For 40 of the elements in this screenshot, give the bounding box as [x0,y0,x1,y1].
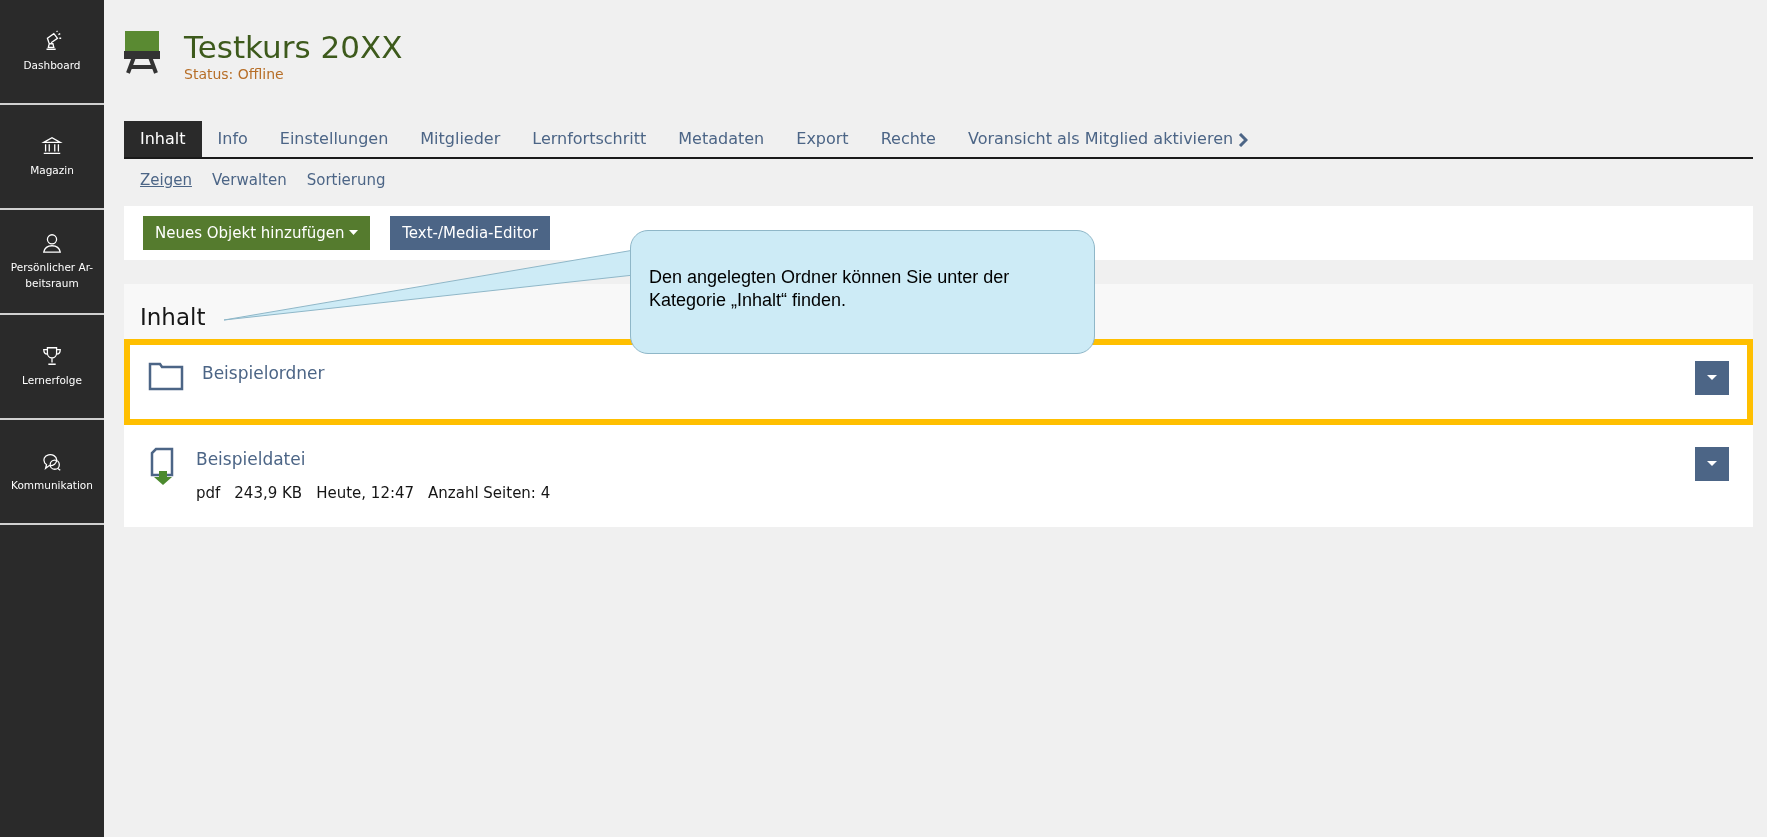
sidebar-item[interactable]: Dashboard [19,57,85,74]
subtab[interactable]: Zeigen [140,169,192,192]
subtab[interactable]: Verwalten [211,169,287,192]
caret-icon [1707,374,1717,381]
subtab[interactable]: Sortierung [306,169,386,192]
tab[interactable]: Einstellungen [263,121,405,158]
item-property: Anzahl Seiten: 4 [428,483,551,505]
chevron-icon [1238,132,1249,147]
sidebar-item[interactable]: Magazin [26,162,78,179]
status-text: Status: Offline [184,65,285,85]
file-link[interactable]: Beispieldatei [196,448,306,469]
sidebar-item[interactable]: Lernerfolge [18,372,86,389]
add-object-button[interactable]: Neues Objekt hinzufügen [143,215,371,251]
item-property: pdf [196,483,221,505]
bank-icon[interactable] [41,134,63,157]
preview-link[interactable]: Voransicht als Mitglied aktivieren [951,121,1265,158]
course-title: Testkurs 20XX [184,30,403,65]
tab[interactable]: Export [780,121,865,158]
editor-button[interactable]: Text-/Media-Editor [390,215,550,251]
tab[interactable]: Rechte [864,121,952,158]
person-icon[interactable] [41,231,63,254]
tab[interactable]: Lernfortschritt [516,121,663,158]
sidebar-item[interactable]: Kommunikation [7,477,97,494]
callout: Den angelegten Ordner können Sie unter der Kategorie „Inhalt“ finden. [630,230,1095,354]
section-heading: Inhalt [140,304,206,331]
actions-dropdown[interactable] [1695,360,1729,395]
caret-icon [1707,460,1717,467]
tab[interactable]: Info [201,121,264,158]
tab[interactable]: Mitglieder [404,121,517,158]
folder-link[interactable]: Beispielordner [202,362,325,383]
item-property: Heute, 12:47 [316,483,415,505]
sidebar-item[interactable]: Persönlicher Ar-beitsraum [0,259,104,292]
tab[interactable]: Inhalt [124,121,202,158]
folder-icon [148,360,184,391]
actions-dropdown[interactable] [1695,446,1729,481]
trophy-icon[interactable] [41,344,63,367]
caret-icon [349,230,359,237]
easel-icon [124,30,160,74]
item-property: 243,9 KB [234,483,303,505]
tab[interactable]: Metadaten [662,121,781,158]
